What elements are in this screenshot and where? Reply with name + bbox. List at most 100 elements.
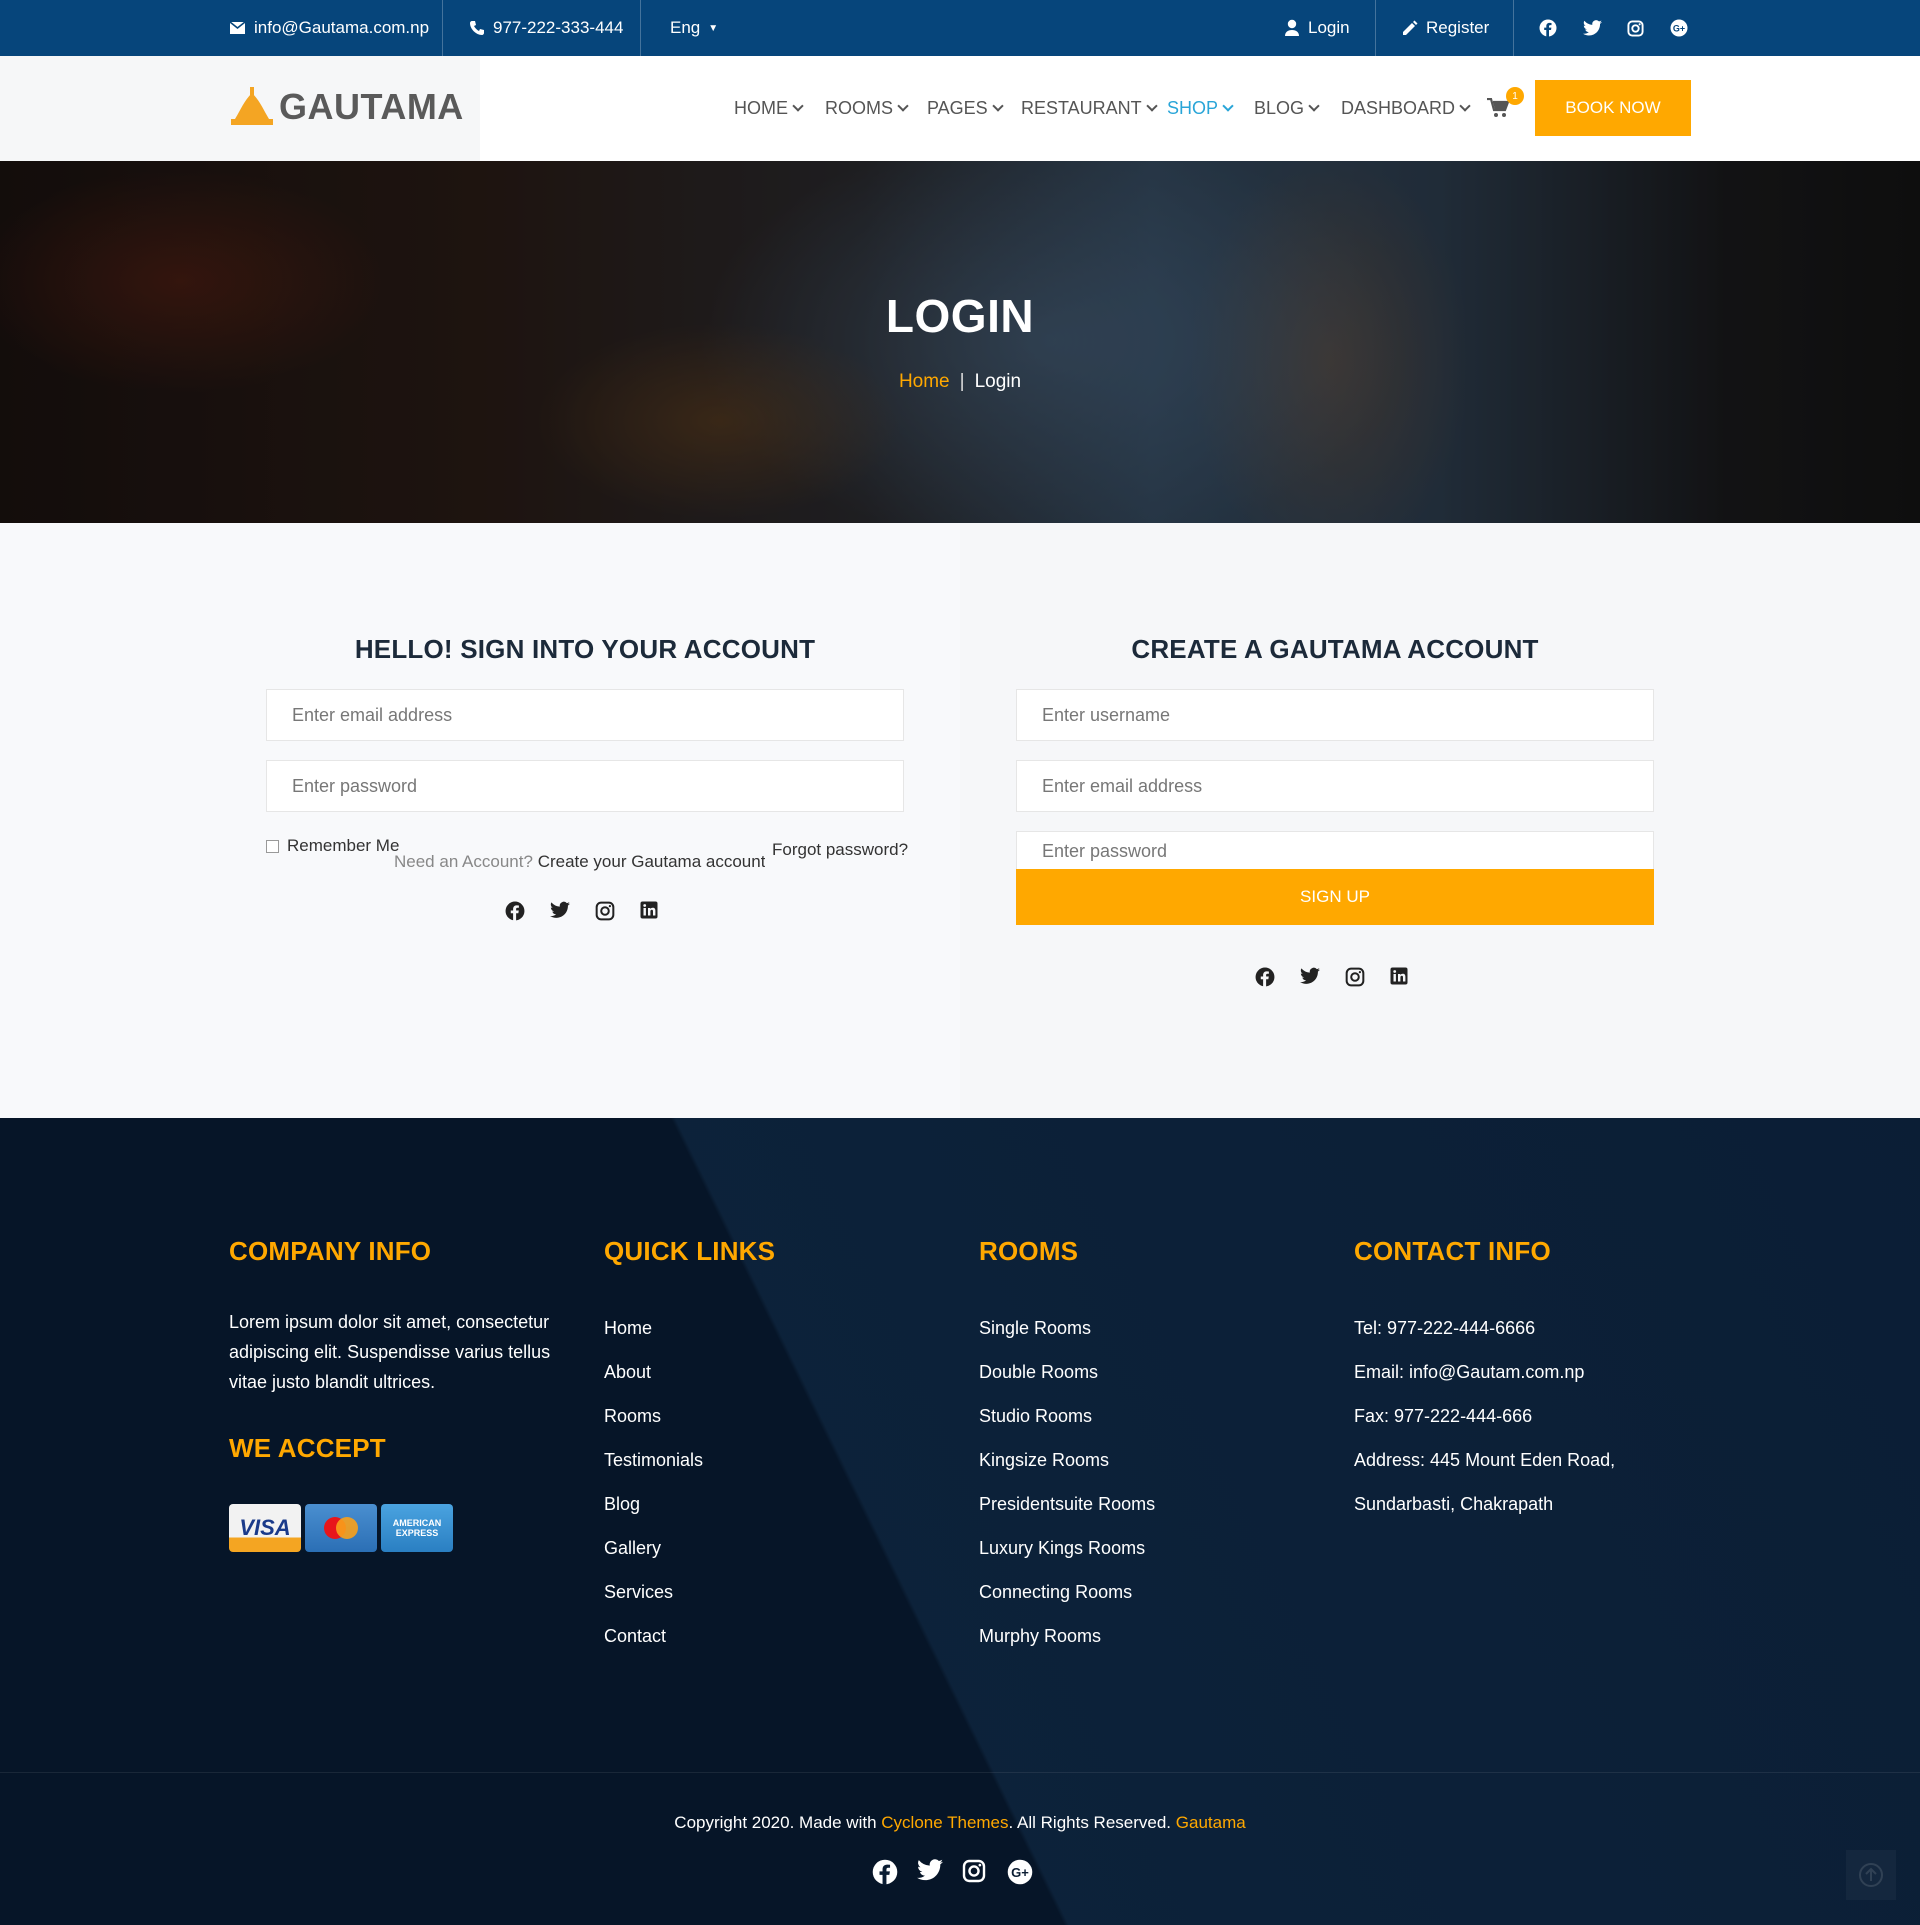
chevron-down-icon [1308, 100, 1320, 112]
room-link[interactable]: Connecting Rooms [979, 1570, 1155, 1614]
gautama-link[interactable]: Gautama [1176, 1813, 1246, 1832]
room-link[interactable]: Kingsize Rooms [979, 1438, 1155, 1482]
topbar-email-text: info@Gautama.com.np [254, 18, 430, 37]
breadcrumb-home-link[interactable]: Home [899, 371, 950, 392]
nav-pages[interactable]: PAGES [927, 98, 1004, 119]
site-logo[interactable]: GAUTAMA [229, 86, 464, 128]
signup-form-title: CREATE A GAUTAMA ACCOUNT [1131, 634, 1539, 664]
google-plus-icon[interactable]: G+ [1007, 1859, 1033, 1885]
room-link[interactable]: Luxury Kings Rooms [979, 1526, 1155, 1570]
twitter-icon[interactable] [917, 1859, 943, 1885]
user-icon [1285, 19, 1299, 36]
room-link[interactable]: Presidentsuite Rooms [979, 1482, 1155, 1526]
login-password-input[interactable] [266, 760, 904, 812]
language-select[interactable]: Eng ▼ [670, 0, 718, 56]
register-link[interactable]: Register [1401, 0, 1489, 56]
signup-email-input[interactable] [1016, 760, 1654, 812]
copyright-text: Copyright 2020. Made with Cyclone Themes… [0, 1813, 1920, 1833]
pencil-icon [1403, 20, 1418, 35]
chevron-down-icon [1146, 100, 1158, 112]
copyright-middle: . All Rights Reserved. [1008, 1813, 1172, 1832]
remember-me[interactable]: Remember Me [266, 836, 399, 856]
quick-link-gallery[interactable]: Gallery [604, 1526, 703, 1570]
twitter-icon[interactable] [1300, 967, 1320, 987]
create-account-link[interactable]: Create your Gautama account [538, 852, 766, 871]
nav-restaurant[interactable]: RESTAURANT [1021, 98, 1158, 119]
nav-label: PAGES [927, 98, 988, 118]
forgot-password-link[interactable]: Forgot password? [772, 840, 908, 860]
twitter-link[interactable] [1583, 0, 1602, 56]
google-plus-link[interactable]: G+ [1670, 0, 1688, 56]
phone-icon [470, 21, 484, 35]
twitter-icon[interactable] [550, 901, 570, 921]
cart-button[interactable] [1487, 97, 1510, 123]
cyclone-themes-link[interactable]: Cyclone Themes [881, 1813, 1008, 1832]
twitter-icon [1583, 20, 1602, 36]
linkedin-icon[interactable] [640, 901, 660, 921]
login-link[interactable]: Login [1284, 0, 1350, 56]
quick-links-list: Home About Rooms Testimonials Blog Galle… [604, 1306, 703, 1658]
shopping-cart-icon [1487, 97, 1510, 117]
signup-panel [960, 523, 1920, 1118]
nav-rooms[interactable]: ROOMS [825, 98, 909, 119]
instagram-icon[interactable] [1345, 967, 1365, 987]
contact-info-list: Tel: 977-222-444-6666 Email: info@Gautam… [1354, 1306, 1615, 1526]
room-link[interactable]: Single Rooms [979, 1306, 1155, 1350]
instagram-icon[interactable] [962, 1859, 988, 1885]
caret-down-icon: ▼ [708, 22, 719, 34]
nav-shop[interactable]: SHOP [1167, 98, 1234, 119]
contact-fax: Fax: 977-222-444-666 [1354, 1406, 1533, 1426]
breadcrumb: Home | Login [0, 371, 1920, 393]
room-link[interactable]: Murphy Rooms [979, 1614, 1155, 1658]
quick-link-home[interactable]: Home [604, 1306, 703, 1350]
copyright-prefix: Copyright 2020. Made with [674, 1813, 877, 1832]
login-email-input[interactable] [266, 689, 904, 741]
signup-username-input[interactable] [1016, 689, 1654, 741]
nav-home[interactable]: HOME [734, 98, 804, 119]
topbar-phone[interactable]: 977-222-333-444 [469, 0, 623, 56]
payment-cards: VISA AMERICAN EXPRESS [229, 1504, 453, 1552]
remember-me-checkbox[interactable] [266, 839, 279, 853]
nav-blog[interactable]: BLOG [1254, 98, 1320, 119]
linkedin-icon[interactable] [1390, 967, 1410, 987]
remember-me-label: Remember Me [287, 836, 400, 855]
book-now-button[interactable]: BOOK NOW [1535, 80, 1691, 136]
quick-link-contact[interactable]: Contact [604, 1614, 703, 1658]
need-account-label: Need an Account? [394, 852, 533, 871]
facebook-link[interactable] [1539, 0, 1557, 56]
arrow-up-circle-icon [1859, 1863, 1883, 1887]
login-link-text: Login [1308, 18, 1350, 37]
room-link[interactable]: Studio Rooms [979, 1394, 1155, 1438]
topbar-divider [1513, 0, 1514, 56]
signup-password-input[interactable] [1016, 831, 1654, 871]
instagram-link[interactable] [1627, 0, 1644, 56]
quick-link-blog[interactable]: Blog [604, 1482, 703, 1526]
contact-address-line2: Sundarbasti, Chakrapath [1354, 1494, 1554, 1514]
nav-dashboard[interactable]: DASHBOARD [1341, 98, 1471, 119]
rooms-list: Single Rooms Double Rooms Studio Rooms K… [979, 1306, 1155, 1658]
main-header: GAUTAMA HOME ROOMS PAGES RESTAURANT SHOP… [0, 56, 1920, 161]
sign-up-button[interactable]: SIGN UP [1016, 869, 1654, 925]
topbar-email[interactable]: info@Gautama.com.np [229, 0, 429, 56]
footer-social-icons: G+ [872, 1859, 1033, 1885]
page-title: LOGIN [885, 290, 1035, 342]
facebook-icon[interactable] [1255, 967, 1275, 987]
facebook-icon[interactable] [505, 901, 525, 921]
breadcrumb-separator: | [959, 371, 965, 392]
cart-count-badge: 1 [1506, 87, 1524, 105]
register-link-text: Register [1426, 18, 1490, 37]
room-link[interactable]: Double Rooms [979, 1350, 1155, 1394]
top-bar: info@Gautama.com.np 977-222-333-444 Eng … [0, 0, 1920, 56]
quick-link-services[interactable]: Services [604, 1570, 703, 1614]
instagram-icon[interactable] [595, 901, 615, 921]
mastercard-icon [305, 1504, 377, 1552]
scroll-to-top-button[interactable] [1846, 1850, 1896, 1900]
instagram-icon [1627, 19, 1644, 37]
temple-logo-icon [231, 87, 273, 125]
quick-link-testimonials[interactable]: Testimonials [604, 1438, 703, 1482]
nav-label: RESTAURANT [1021, 98, 1142, 118]
company-info-heading: COMPANY INFO [229, 1236, 432, 1266]
facebook-icon[interactable] [872, 1859, 898, 1885]
quick-link-about[interactable]: About [604, 1350, 703, 1394]
quick-link-rooms[interactable]: Rooms [604, 1394, 703, 1438]
